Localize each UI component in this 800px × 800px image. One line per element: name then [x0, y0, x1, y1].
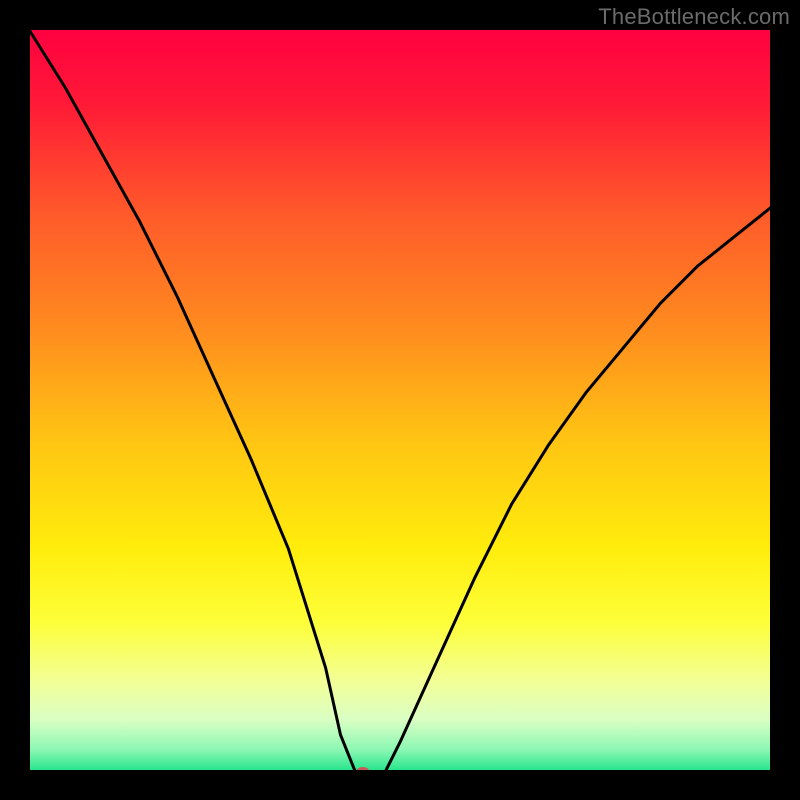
plot-background [28, 28, 772, 772]
chart-container: TheBottleneck.com [0, 0, 800, 800]
bottleneck-chart [0, 0, 800, 800]
watermark-label: TheBottleneck.com [598, 4, 790, 30]
